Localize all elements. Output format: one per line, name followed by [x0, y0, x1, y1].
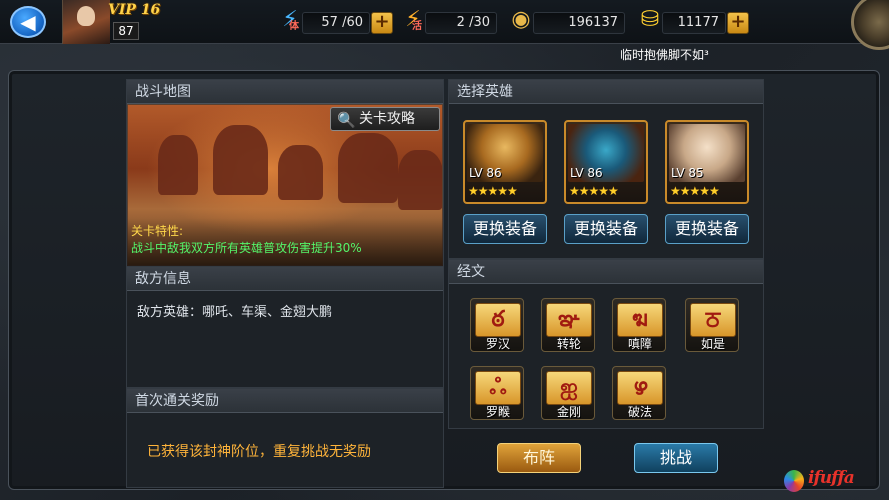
battle-map-title: 战斗地图: [127, 80, 443, 104]
first-clear-reward-text: 已获得该封神阶位，重复挑战无奖励: [147, 444, 371, 460]
enemy-info-panel: 敌方信息 敌方英雄：哪吒、车渠、金翅大鹏: [126, 266, 444, 388]
scripture-slot[interactable]: ஃ 罗睺: [470, 366, 524, 420]
scriptures-title: 经文: [449, 260, 763, 284]
stage-guide-button[interactable]: 🔍 关卡攻略: [330, 107, 440, 131]
hero-level: LV 85: [671, 166, 704, 180]
challenge-button[interactable]: 挑战: [634, 443, 718, 473]
hero-level: LV 86: [570, 166, 603, 180]
scripture-label: 金刚: [556, 405, 581, 419]
add-stamina-button[interactable]: +: [371, 12, 393, 34]
hero-level: LV 86: [469, 166, 502, 180]
scripture-slot[interactable]: ഴ 破法: [612, 366, 666, 420]
settings-gear-icon[interactable]: [851, 0, 889, 50]
scripture-glyph-icon: ఞ: [546, 303, 592, 337]
scripture-glyph-icon: ਠ: [690, 303, 736, 337]
stage-feature-title: 关卡特性:: [131, 224, 184, 238]
map-rock: [398, 150, 442, 210]
stage-feature: 关卡特性: 战斗中敌我双方所有英雄普攻伤害提升30%: [127, 218, 443, 266]
enemy-info-title: 敌方信息: [127, 267, 443, 291]
change-equipment-button[interactable]: 更换装备: [665, 214, 749, 244]
gold-ingot-icon: ⛁: [640, 7, 660, 32]
ingots-value: 11177: [662, 12, 726, 34]
scripture-glyph-icon: ഴ: [617, 371, 663, 405]
hero-card[interactable]: LV 85 ★★★★★: [665, 120, 749, 204]
scripture-label: 转轮: [556, 337, 581, 351]
marquee-text: 临时抱佛脚不如³: [620, 48, 709, 62]
scripture-slot[interactable]: ఞ 转轮: [541, 298, 595, 352]
back-button[interactable]: ◀: [10, 6, 46, 38]
scripture-glyph-icon: ฆ: [617, 303, 663, 337]
watermark-text: ifuffa: [808, 468, 855, 488]
player-avatar[interactable]: [62, 0, 110, 44]
map-rock: [278, 145, 323, 200]
map-rock: [338, 133, 398, 203]
add-ingots-button[interactable]: +: [727, 12, 749, 34]
change-equipment-button[interactable]: 更换装备: [463, 214, 547, 244]
stage-feature-desc: 战斗中敌我双方所有英雄普攻伤害提升30%: [131, 241, 362, 255]
scripture-glyph-icon: ஃ: [475, 371, 521, 405]
player-level: 87: [113, 22, 139, 40]
scripture-glyph-icon: ఠ: [475, 303, 521, 337]
hero-card[interactable]: LV 86 ★★★★★: [463, 120, 547, 204]
apple-logo-icon: [784, 470, 804, 492]
vitality-label: 活: [412, 21, 422, 32]
hero-stars: ★★★★★: [569, 184, 619, 198]
enemy-info-text: 敌方英雄：哪吒、车渠、金翅大鹏: [137, 305, 333, 320]
stamina-label: 体: [289, 21, 299, 32]
scripture-label: 如是: [700, 337, 725, 351]
hero-stars: ★★★★★: [468, 184, 518, 198]
scripture-label: 罗汉: [485, 337, 510, 351]
scripture-glyph-icon: ஐ: [546, 371, 592, 405]
map-rock: [158, 135, 198, 195]
arrow-left-icon: ◀: [20, 10, 36, 34]
change-equipment-button[interactable]: 更换装备: [564, 214, 648, 244]
magnifier-icon: 🔍: [337, 111, 356, 129]
scripture-slot[interactable]: ஐ 金刚: [541, 366, 595, 420]
scripture-slot[interactable]: ਠ 如是: [685, 298, 739, 352]
formation-button[interactable]: 布阵: [497, 443, 581, 473]
scripture-label: 罗睺: [485, 405, 510, 419]
coin-icon: ◉: [511, 7, 531, 32]
vitality-value: 2 /30: [425, 12, 497, 34]
hero-card[interactable]: LV 86 ★★★★★: [564, 120, 648, 204]
first-clear-reward-title: 首次通关奖励: [127, 389, 443, 413]
scripture-slot[interactable]: ఠ 罗汉: [470, 298, 524, 352]
scripture-label: 嗔障: [627, 337, 652, 351]
map-rock: [213, 125, 268, 195]
top-bar: ◀ VIP 16 87 ⚡ 体 57 /60 + ⚡ 活 2 /30 ◉ 196…: [0, 0, 889, 50]
stage-guide-label: 关卡攻略: [359, 111, 415, 127]
vip-label: VIP 16: [108, 2, 161, 18]
hero-stars: ★★★★★: [670, 184, 720, 198]
watermark: ifuffa: [784, 466, 884, 496]
first-clear-reward-panel: 首次通关奖励 已获得该封神阶位，重复挑战无奖励: [126, 388, 444, 488]
stamina-value: 57 /60: [302, 12, 370, 34]
scripture-label: 破法: [627, 405, 652, 419]
scripture-slot[interactable]: ฆ 嗔障: [612, 298, 666, 352]
coins-value: 196137: [533, 12, 625, 34]
select-heroes-title: 选择英雄: [449, 80, 763, 104]
